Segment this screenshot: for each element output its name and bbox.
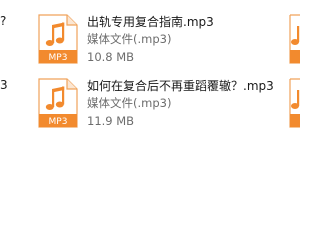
- file-type: 媒体文件(.mp3): [87, 96, 172, 110]
- file-item[interactable]: MP3 出轨专用复合指南.mp3 媒体文件(.mp3) 10.8 MB: [36, 14, 284, 76]
- left-item-name-fragment[interactable]: ?: [0, 14, 6, 28]
- mp3-music-note-icon[interactable]: [287, 78, 300, 128]
- file-name: 如何在复合后不再重蹈覆辙？.mp3: [87, 79, 274, 93]
- mp3-music-note-icon: MP3: [36, 14, 80, 64]
- mp3-music-note-icon: MP3: [36, 78, 80, 128]
- file-size: 11.9 MB: [87, 114, 135, 128]
- file-explorer-tile-view: ? 3 MP3 出轨专用复合指南.mp3 媒体文件(.mp3) 10.8 MB: [0, 0, 300, 200]
- mp3-badge-label: MP3: [49, 53, 68, 63]
- file-item[interactable]: MP3 如何在复合后不再重蹈覆辙？.mp3 媒体文件(.mp3) 11.9 MB: [36, 78, 284, 140]
- left-item-name-fragment[interactable]: 3: [0, 78, 8, 92]
- file-size: 10.8 MB: [87, 50, 135, 64]
- file-type: 媒体文件(.mp3): [87, 32, 172, 46]
- mp3-badge-label: MP3: [49, 117, 68, 127]
- file-name: 出轨专用复合指南.mp3: [87, 15, 214, 29]
- mp3-music-note-icon[interactable]: [287, 14, 300, 64]
